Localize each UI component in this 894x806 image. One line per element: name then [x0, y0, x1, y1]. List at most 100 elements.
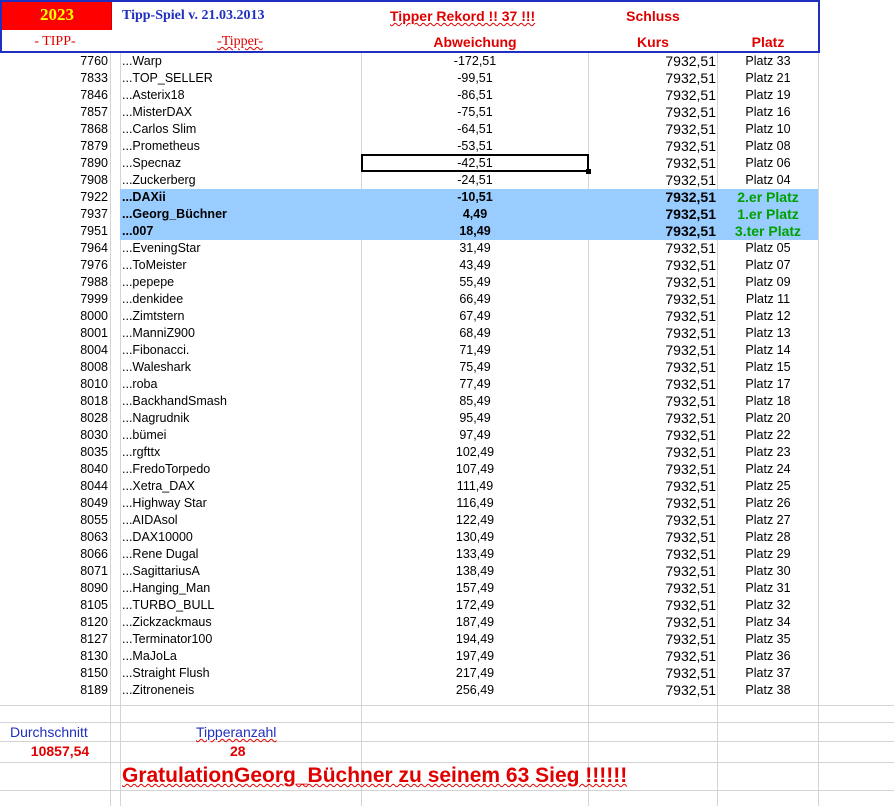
tipp-cell[interactable]: 7857 [0, 105, 108, 121]
tipp-cell[interactable]: 7890 [0, 156, 108, 172]
tipp-cell[interactable]: 8008 [0, 360, 108, 376]
kurs-cell[interactable]: 7932,51 [588, 309, 716, 325]
kurs-cell[interactable]: 7932,51 [588, 88, 716, 104]
table-row[interactable]: 7868 ...Carlos Slim -64,51 7932,51 Platz 10 [0, 121, 894, 138]
tipper-name-cell[interactable]: ...denkidee [122, 292, 360, 308]
kurs-cell[interactable]: 7932,51 [588, 581, 716, 597]
tipp-cell[interactable]: 8130 [0, 649, 108, 665]
table-row[interactable]: 8004 ...Fibonacci. 71,49 7932,51 Platz 14 [0, 342, 894, 359]
tipper-name-cell[interactable]: ...Nagrudnik [122, 411, 360, 427]
table-row[interactable]: 7988 ...pepepe 55,49 7932,51 Platz 09 [0, 274, 894, 291]
table-row[interactable]: 8010 ...roba 77,49 7932,51 Platz 17 [0, 376, 894, 393]
abweichung-cell[interactable]: -24,51 [362, 173, 588, 189]
platz-cell[interactable]: Platz 17 [718, 377, 818, 393]
abweichung-cell[interactable]: 67,49 [362, 309, 588, 325]
platz-cell[interactable]: Platz 31 [718, 581, 818, 597]
abweichung-cell[interactable]: 85,49 [362, 394, 588, 410]
tipp-cell[interactable]: 7922 [0, 190, 108, 206]
platz-cell[interactable]: Platz 28 [718, 530, 818, 546]
abweichung-cell[interactable]: 187,49 [362, 615, 588, 631]
platz-cell[interactable]: Platz 09 [718, 275, 818, 291]
kurs-cell[interactable]: 7932,51 [588, 224, 716, 240]
table-row[interactable]: 8127 ...Terminator100 194,49 7932,51 Platz 3… [0, 631, 894, 648]
platz-cell[interactable]: Platz 32 [718, 598, 818, 614]
kurs-cell[interactable]: 7932,51 [588, 156, 716, 172]
kurs-cell[interactable]: 7932,51 [588, 326, 716, 342]
tipp-cell[interactable]: 8001 [0, 326, 108, 342]
tipper-name-cell[interactable]: ...roba [122, 377, 360, 393]
kurs-cell[interactable]: 7932,51 [588, 428, 716, 444]
kurs-cell[interactable]: 7932,51 [588, 207, 716, 223]
abweichung-cell[interactable]: 66,49 [362, 292, 588, 308]
abweichung-cell[interactable]: 4,49 [362, 207, 588, 223]
tipper-name-cell[interactable]: ...ManniZ900 [122, 326, 360, 342]
tipp-cell[interactable]: 7976 [0, 258, 108, 274]
tipp-cell[interactable]: 8150 [0, 666, 108, 682]
tipper-name-cell[interactable]: ...Zitroneneis [122, 683, 360, 699]
abweichung-cell[interactable]: -64,51 [362, 122, 588, 138]
platz-cell[interactable]: Platz 08 [718, 139, 818, 155]
table-row[interactable]: 7951 ...007 18,49 7932,51 3.ter Platz [0, 223, 894, 240]
kurs-cell[interactable]: 7932,51 [588, 71, 716, 87]
table-row[interactable]: 8055 ...AIDAsol 122,49 7932,51 Platz 27 [0, 512, 894, 529]
platz-cell[interactable]: Platz 18 [718, 394, 818, 410]
abweichung-cell[interactable]: 116,49 [362, 496, 588, 512]
tipper-name-cell[interactable]: ...Xetra_DAX [122, 479, 360, 495]
table-row[interactable]: 8001 ...ManniZ900 68,49 7932,51 Platz 13 [0, 325, 894, 342]
kurs-cell[interactable]: 7932,51 [588, 190, 716, 206]
platz-cell[interactable]: Platz 14 [718, 343, 818, 359]
tipp-cell[interactable]: 8040 [0, 462, 108, 478]
platz-cell[interactable]: Platz 12 [718, 309, 818, 325]
tipper-name-cell[interactable]: ...EveningStar [122, 241, 360, 257]
kurs-cell[interactable]: 7932,51 [588, 615, 716, 631]
tipp-cell[interactable]: 7999 [0, 292, 108, 308]
tipper-name-cell[interactable]: ...Zickzackmaus [122, 615, 360, 631]
tipper-name-cell[interactable]: ...Fibonacci. [122, 343, 360, 359]
tipp-cell[interactable]: 8066 [0, 547, 108, 563]
tipper-name-cell[interactable]: ...Asterix18 [122, 88, 360, 104]
kurs-cell[interactable]: 7932,51 [588, 683, 716, 699]
average-value[interactable]: 10857,54 [0, 743, 120, 759]
abweichung-cell[interactable]: 107,49 [362, 462, 588, 478]
table-row[interactable]: 8035 ...rgfttx 102,49 7932,51 Platz 23 [0, 444, 894, 461]
table-row[interactable]: 7922 ...DAXii -10,51 7932,51 2.er Platz [0, 189, 894, 206]
kurs-cell[interactable]: 7932,51 [588, 445, 716, 461]
abweichung-cell[interactable]: 111,49 [362, 479, 588, 495]
active-cell-selection[interactable] [361, 154, 589, 172]
table-row[interactable]: 7846 ...Asterix18 -86,51 7932,51 Platz 19 [0, 87, 894, 104]
abweichung-cell[interactable]: 95,49 [362, 411, 588, 427]
kurs-cell[interactable]: 7932,51 [588, 292, 716, 308]
tipp-cell[interactable]: 7833 [0, 71, 108, 87]
kurs-cell[interactable]: 7932,51 [588, 666, 716, 682]
tipp-cell[interactable]: 7879 [0, 139, 108, 155]
kurs-cell[interactable]: 7932,51 [588, 394, 716, 410]
kurs-cell[interactable]: 7932,51 [588, 462, 716, 478]
tipper-name-cell[interactable]: ...007 [122, 224, 360, 240]
platz-cell[interactable]: Platz 34 [718, 615, 818, 631]
tipp-cell[interactable]: 8055 [0, 513, 108, 529]
tipper-name-cell[interactable]: ...Warp [122, 54, 360, 70]
abweichung-cell[interactable]: -86,51 [362, 88, 588, 104]
abweichung-cell[interactable]: 68,49 [362, 326, 588, 342]
tipper-name-cell[interactable]: ...Carlos Slim [122, 122, 360, 138]
tipper-name-cell[interactable]: ...MaJoLa [122, 649, 360, 665]
platz-cell[interactable]: Platz 20 [718, 411, 818, 427]
tipper-name-cell[interactable]: ...Highway Star [122, 496, 360, 512]
table-row[interactable]: 7937 ...Georg_Büchner 4,49 7932,51 1.er Plat… [0, 206, 894, 223]
tipper-name-cell[interactable]: ...Specnaz [122, 156, 360, 172]
tipper-name-cell[interactable]: ...Hanging_Man [122, 581, 360, 597]
abweichung-cell[interactable]: 71,49 [362, 343, 588, 359]
kurs-cell[interactable]: 7932,51 [588, 139, 716, 155]
table-row[interactable]: 8066 ...Rene Dugal 133,49 7932,51 Platz 29 [0, 546, 894, 563]
kurs-cell[interactable]: 7932,51 [588, 105, 716, 121]
tipper-name-cell[interactable]: ...DAX10000 [122, 530, 360, 546]
platz-cell[interactable]: Platz 15 [718, 360, 818, 376]
kurs-cell[interactable]: 7932,51 [588, 54, 716, 70]
table-row[interactable]: 7760 ...Warp -172,51 7932,51 Platz 33 [0, 53, 894, 70]
platz-cell[interactable]: Platz 13 [718, 326, 818, 342]
table-row[interactable]: 8030 ...bümei 97,49 7932,51 Platz 22 [0, 427, 894, 444]
abweichung-cell[interactable]: 217,49 [362, 666, 588, 682]
platz-cell[interactable]: Platz 05 [718, 241, 818, 257]
table-row[interactable]: 8189 ...Zitroneneis 256,49 7932,51 Platz 38 [0, 682, 894, 699]
kurs-cell[interactable]: 7932,51 [588, 258, 716, 274]
